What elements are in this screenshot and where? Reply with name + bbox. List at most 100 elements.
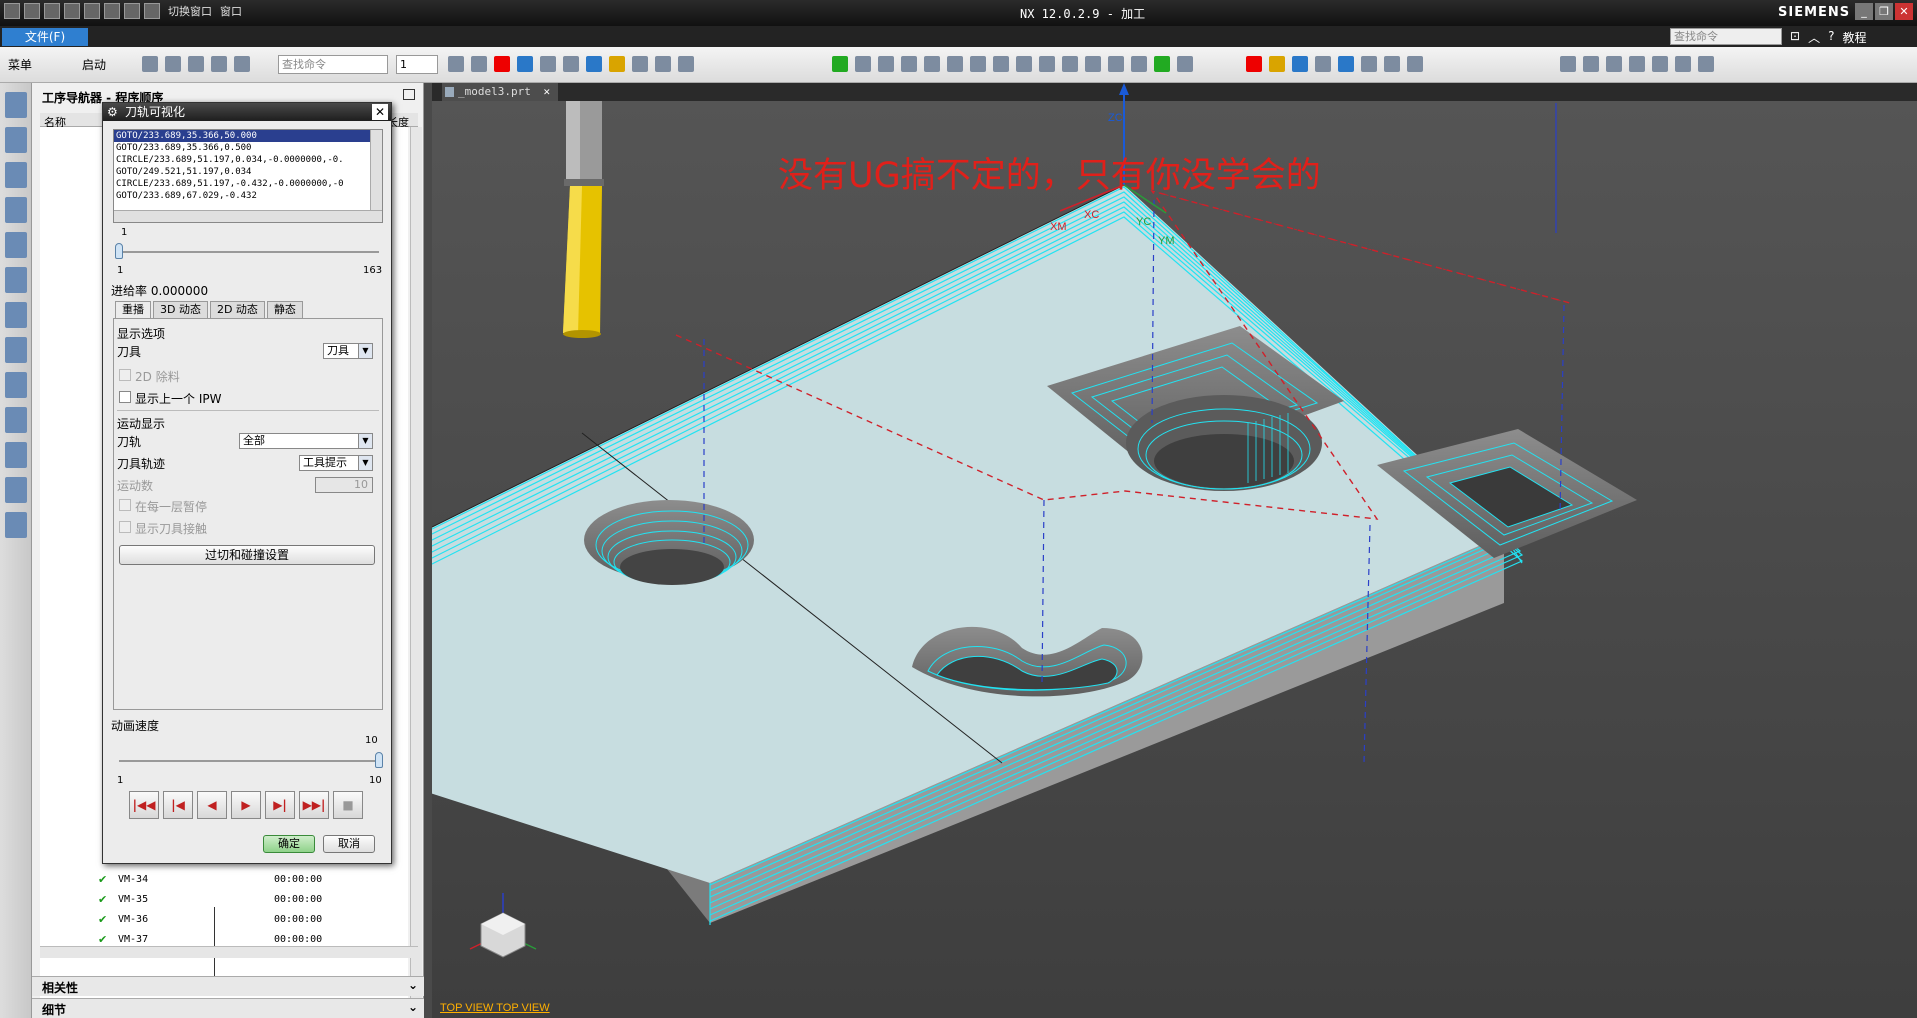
stop-icon[interactable]: ■ (333, 791, 363, 819)
brush-icon[interactable] (1698, 56, 1714, 72)
create-method-icon[interactable] (924, 56, 940, 72)
shop-doc-icon[interactable] (1062, 56, 1078, 72)
collapse-ribbon-icon[interactable]: ︿ (1808, 29, 1820, 46)
fit-window-icon[interactable]: ⊡ (1790, 29, 1800, 46)
fast-forward-icon[interactable]: ▶▶| (299, 791, 329, 819)
file-menu-button[interactable]: 文件(F) (2, 28, 88, 46)
minimize-icon[interactable]: _ (1855, 3, 1873, 20)
tool-icon[interactable] (1108, 56, 1124, 72)
circle-icon[interactable] (1085, 56, 1101, 72)
cancel-button[interactable]: 取消 (323, 835, 375, 853)
animation-speed-thumb[interactable] (375, 752, 383, 768)
details-section[interactable]: 细节 ⌄ (32, 998, 424, 1018)
gear-icon[interactable]: ⚙ (107, 103, 118, 121)
animation-speed-track[interactable] (119, 760, 379, 762)
cube-icon[interactable] (586, 56, 602, 72)
touch-mode-icon[interactable] (144, 3, 160, 19)
repeat-command-icon[interactable] (124, 3, 140, 19)
rect-icon[interactable] (1629, 56, 1645, 72)
info-icon[interactable] (5, 372, 27, 398)
settings-icon[interactable] (234, 56, 250, 72)
color-icon[interactable] (1246, 56, 1262, 72)
close-icon[interactable]: ✕ (372, 104, 388, 120)
tool-trace-select[interactable]: 工具提示 ▼ (299, 455, 373, 471)
open-icon[interactable] (165, 56, 181, 72)
create-geometry-icon[interactable] (901, 56, 917, 72)
palette-icon[interactable] (5, 512, 27, 538)
gouge-collision-settings-button[interactable]: 过切和碰撞设置 (119, 545, 375, 565)
copy-icon[interactable] (84, 3, 100, 19)
wcs-icon[interactable] (494, 56, 510, 72)
pen-icon[interactable] (1407, 56, 1423, 72)
pause-each-layer-checkbox[interactable] (119, 499, 131, 511)
corner-icon[interactable] (1652, 56, 1668, 72)
menu-button[interactable]: 菜单 (8, 56, 32, 73)
ok-button[interactable]: 确定 (263, 835, 315, 853)
layer-icon[interactable] (448, 56, 464, 72)
redo-icon[interactable] (211, 56, 227, 72)
machine-tool-icon[interactable] (5, 197, 27, 223)
step-back-icon[interactable]: |◀ (163, 791, 193, 819)
fit-icon[interactable] (540, 56, 556, 72)
postprocess-icon[interactable] (1039, 56, 1055, 72)
cl-line[interactable]: CIRCLE/233.689,51.197,0.034,-0.0000000,-… (114, 154, 382, 166)
refresh-icon[interactable] (1338, 56, 1354, 72)
operation-navigator-icon[interactable] (5, 162, 27, 188)
cl-line[interactable]: GOTO/233.689,35.366,50.000 (114, 130, 382, 142)
dialog-titlebar[interactable]: ⚙ 刀轨可视化 ✕ (103, 103, 391, 121)
navigator-vertical-scrollbar[interactable] (410, 127, 422, 1018)
generate-path-icon[interactable] (970, 56, 986, 72)
simulate-icon[interactable] (1016, 56, 1032, 72)
step-slider-track[interactable] (119, 251, 379, 253)
cl-horizontal-scrollbar[interactable] (114, 210, 382, 222)
display-icon[interactable] (632, 56, 648, 72)
tab-replay[interactable]: 重播 (115, 301, 151, 318)
model-3d-view[interactable]: ZC XC XM YC YM (432, 83, 1917, 1018)
create-operation-icon[interactable] (947, 56, 963, 72)
snap-icon[interactable] (471, 56, 487, 72)
undo-icon[interactable] (188, 56, 204, 72)
cl-line[interactable]: GOTO/233.689,67.029,-0.432 (114, 190, 382, 202)
navigator-horizontal-scrollbar[interactable] (40, 946, 418, 958)
texture-icon[interactable] (1315, 56, 1331, 72)
render-style-icon[interactable] (563, 56, 579, 72)
text-icon[interactable] (1675, 56, 1691, 72)
history-icon[interactable] (5, 407, 27, 433)
operation-row[interactable]: ✔ VM-34 00:00:00 (98, 871, 398, 891)
add-icon[interactable] (832, 56, 848, 72)
help-icon[interactable]: ? (1828, 29, 1834, 46)
selection-filter-select[interactable]: 1 (396, 55, 438, 74)
tab-static[interactable]: 静态 (266, 301, 303, 318)
motion-count-input[interactable]: 10 (315, 477, 373, 493)
step-forward-icon[interactable]: ▶| (265, 791, 295, 819)
undo-icon[interactable] (24, 3, 40, 19)
command-search-input[interactable]: 查找命令 (1670, 28, 1782, 45)
reuse-library-icon[interactable] (5, 302, 27, 328)
dependencies-section[interactable]: 相关性 ⌄ (32, 976, 424, 996)
cl-source-list[interactable]: GOTO/233.689,35.366,50.000 GOTO/233.689,… (113, 129, 383, 223)
tab-3d-dynamic[interactable]: 3D 动态 (153, 301, 208, 318)
restore-icon[interactable]: ❐ (1875, 3, 1893, 20)
section-icon[interactable] (609, 56, 625, 72)
highlight-icon[interactable] (1269, 56, 1285, 72)
new-icon[interactable] (142, 56, 158, 72)
arrow-icon[interactable] (678, 56, 694, 72)
create-program-icon[interactable] (855, 56, 871, 72)
rectangle-icon[interactable] (655, 56, 671, 72)
verify-icon[interactable] (993, 56, 1009, 72)
graphics-window[interactable]: _model3.prt ✕ ZC XC XM YC YM TOP VIEW TO… (432, 83, 1917, 1018)
cl-vertical-scrollbar[interactable] (370, 130, 382, 212)
probe-icon[interactable] (1131, 56, 1147, 72)
palette-icon[interactable] (1384, 56, 1400, 72)
roles-icon[interactable] (5, 337, 27, 363)
start-button[interactable]: 启动 (82, 56, 106, 73)
process-icon[interactable] (5, 477, 27, 503)
assembly-navigator-icon[interactable] (5, 267, 27, 293)
material-2d-checkbox[interactable] (119, 369, 131, 381)
tab-2d-dynamic[interactable]: 2D 动态 (209, 301, 265, 318)
toolpath-select[interactable]: 全部 ▼ (239, 433, 373, 449)
find-command-input[interactable]: 查找命令 (278, 55, 388, 74)
create-tool-icon[interactable] (878, 56, 894, 72)
system-scene-icon[interactable] (5, 442, 27, 468)
tutorial-link[interactable]: 教程 (1842, 29, 1866, 46)
